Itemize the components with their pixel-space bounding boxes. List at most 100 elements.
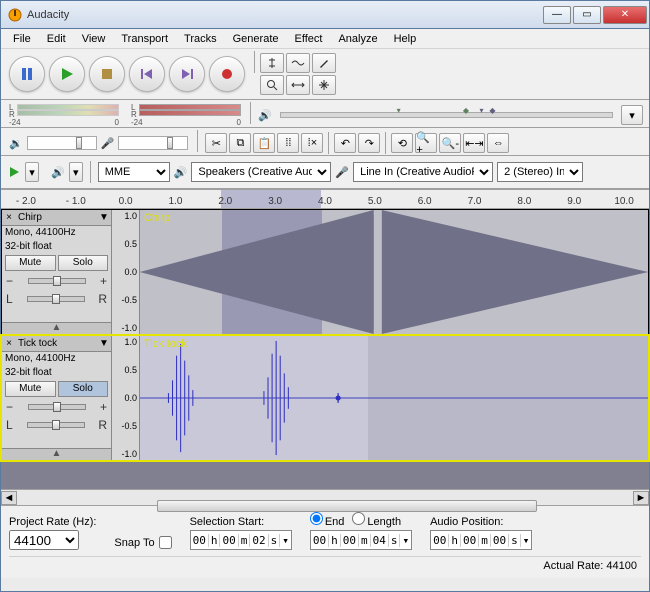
audio-host-dropdown[interactable]: MME <box>98 162 170 182</box>
selection-start-field[interactable]: 00h 00m 02s▾ <box>190 530 292 550</box>
scroll-right-button[interactable]: ► <box>633 491 649 505</box>
track-format-1: Mono, 44100Hz <box>2 226 111 240</box>
waveform-ticktock[interactable]: Tick tock <box>140 336 648 460</box>
track-collapse-button[interactable]: ▲ <box>2 448 111 460</box>
fit-project-button[interactable]: ⇔ <box>487 133 509 153</box>
track-format-2: 32-bit float <box>2 366 111 380</box>
scroll-left-button[interactable]: ◄ <box>1 491 17 505</box>
menu-effect[interactable]: Effect <box>287 31 331 47</box>
track-name[interactable]: Tick tock <box>16 338 97 349</box>
playback-meter[interactable]: LR -240 <box>9 104 119 126</box>
gain-slider[interactable] <box>28 404 86 410</box>
project-rate-dropdown[interactable]: 44100 <box>9 530 79 550</box>
silence-button[interactable]: ⁞× <box>301 133 323 153</box>
stop-button[interactable] <box>89 56 125 92</box>
waveform-chirp[interactable]: Chirp <box>140 210 648 334</box>
selection-toolbar: Project Rate (Hz): 44100 Snap To Selecti… <box>1 505 649 578</box>
track-ticktock: × Tick tock ▼ Mono, 44100Hz 32-bit float… <box>1 335 649 461</box>
track-format-1: Mono, 44100Hz <box>2 352 111 366</box>
snap-to-checkbox[interactable] <box>159 536 172 549</box>
cut-button[interactable]: ✂ <box>205 133 227 153</box>
zoom-tool[interactable] <box>260 75 284 95</box>
gain-slider[interactable] <box>28 278 86 284</box>
meter-options-button[interactable]: ▾ <box>621 105 643 125</box>
draw-tool[interactable] <box>312 53 336 73</box>
redo-button[interactable]: ↷ <box>358 133 380 153</box>
menu-edit[interactable]: Edit <box>39 31 74 47</box>
end-radio-label[interactable]: End <box>310 512 345 528</box>
minimize-button[interactable]: — <box>543 6 571 24</box>
horizontal-scrollbar[interactable]: ◄ ► <box>1 489 649 505</box>
menu-transport[interactable]: Transport <box>113 31 176 47</box>
transport-toolbar <box>3 51 251 97</box>
selection-tool[interactable] <box>260 53 284 73</box>
selection-end-field[interactable]: 00h 00m 04s▾ <box>310 530 412 550</box>
menu-view[interactable]: View <box>74 31 114 47</box>
fit-selection-button[interactable]: ⇤⇥ <box>463 133 485 153</box>
input-volume-slider[interactable] <box>118 136 188 150</box>
mute-button[interactable]: Mute <box>5 255 56 271</box>
pan-slider[interactable] <box>27 422 85 428</box>
play-button[interactable] <box>49 56 85 92</box>
solo-button[interactable]: Solo <box>58 255 109 271</box>
mic-icon: 🎤 <box>101 137 115 150</box>
speaker-device-icon: 🔊 <box>51 166 65 179</box>
pause-button[interactable] <box>9 56 45 92</box>
pan-left-icon: L <box>6 418 13 432</box>
mute-button[interactable]: Mute <box>5 381 56 397</box>
input-device-icon: 🎤 <box>335 166 349 179</box>
output-volume-slider[interactable] <box>27 136 97 150</box>
track-close-button[interactable]: × <box>2 338 16 349</box>
paste-button[interactable]: 📋 <box>253 133 275 153</box>
end-radio[interactable] <box>310 512 323 525</box>
menu-tracks[interactable]: Tracks <box>176 31 225 47</box>
sync-lock-button[interactable]: ⟲ <box>391 133 413 153</box>
pan-left-icon: L <box>6 292 13 306</box>
zoom-out-button[interactable]: 🔍- <box>439 133 461 153</box>
menu-analyze[interactable]: Analyze <box>330 31 385 47</box>
input-device-dropdown[interactable]: Line In (Creative AudioF <box>353 162 493 182</box>
titlebar: Audacity — ▭ ✕ <box>1 1 649 29</box>
timeshift-tool[interactable] <box>286 75 310 95</box>
skip-end-button[interactable] <box>169 56 205 92</box>
multi-tool[interactable] <box>312 75 336 95</box>
menu-generate[interactable]: Generate <box>225 31 287 47</box>
gain-plus-icon: + <box>100 400 107 414</box>
record-button[interactable] <box>209 56 245 92</box>
selection-start-label: Selection Start: <box>190 516 292 528</box>
track-menu-button[interactable]: ▼ <box>97 338 111 349</box>
solo-button[interactable]: Solo <box>58 381 109 397</box>
trim-button[interactable]: ⁞⁞ <box>277 133 299 153</box>
menu-file[interactable]: File <box>5 31 39 47</box>
maximize-button[interactable]: ▭ <box>573 6 601 24</box>
edit-toolbar: ✂ ⧉ 📋 ⁞⁞ ⁞× ↶ ↷ ⟲ 🔍+ 🔍- ⇤⇥ ⇔ <box>201 130 513 156</box>
menubar: File Edit View Transport Tracks Generate… <box>1 29 649 49</box>
menu-help[interactable]: Help <box>386 31 425 47</box>
audio-position-field[interactable]: 00h 00m 00s▾ <box>430 530 532 550</box>
length-radio[interactable] <box>352 512 365 525</box>
track-name[interactable]: Chirp <box>16 212 97 223</box>
undo-button[interactable]: ↶ <box>334 133 356 153</box>
speaker-icon: 🔊 <box>258 109 272 122</box>
track-close-button[interactable]: × <box>2 212 16 223</box>
app-icon <box>7 7 23 23</box>
window-title: Audacity <box>27 9 543 21</box>
track-collapse-button[interactable]: ▲ <box>2 322 111 334</box>
length-radio-label[interactable]: Length <box>352 512 401 528</box>
transport-options-button[interactable]: ▾ <box>25 162 39 182</box>
timeline-ruler[interactable]: - 2.0 - 1.0 0.0 1.0 2.0 3.0 4.0 5.0 6.0 … <box>1 189 649 209</box>
audio-position-label: Audio Position: <box>430 516 532 528</box>
track-menu-button[interactable]: ▼ <box>97 212 111 223</box>
skip-start-button[interactable] <box>129 56 165 92</box>
close-button[interactable]: ✕ <box>603 6 647 24</box>
scroll-thumb[interactable] <box>157 500 537 512</box>
envelope-tool[interactable] <box>286 53 310 73</box>
input-channels-dropdown[interactable]: 2 (Stereo) Inp <box>497 162 583 182</box>
gain-minus-icon: − <box>6 400 13 414</box>
pan-slider[interactable] <box>27 296 85 302</box>
zoom-in-button[interactable]: 🔍+ <box>415 133 437 153</box>
copy-button[interactable]: ⧉ <box>229 133 251 153</box>
output-device-dropdown[interactable]: Speakers (Creative Aud <box>191 162 331 182</box>
play-at-speed-button[interactable]: ▾ <box>69 162 83 182</box>
record-meter[interactable]: LR -240 <box>131 104 241 126</box>
